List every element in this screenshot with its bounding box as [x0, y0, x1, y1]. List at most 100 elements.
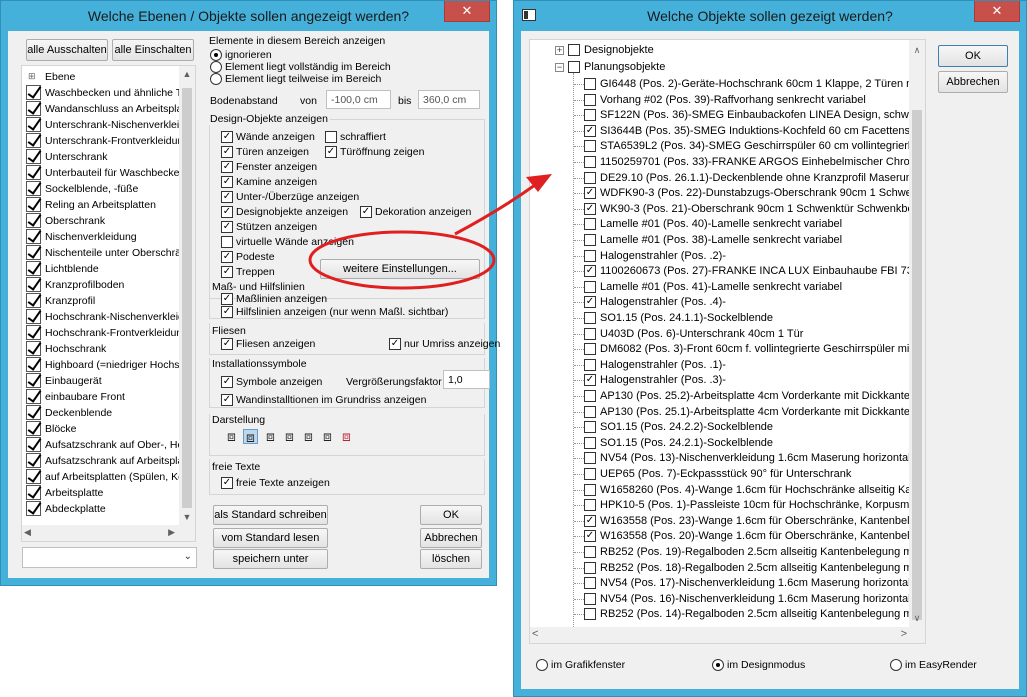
tree-scroll-thumb[interactable] [912, 110, 922, 620]
radio-partial-dot[interactable] [210, 73, 222, 85]
scroll-left-arrow-icon[interactable]: ◀ [24, 527, 31, 538]
save-as-button[interactable]: speichern unter [213, 549, 328, 569]
tree-item-checkbox[interactable] [584, 452, 596, 465]
walls-box[interactable]: ✓ [221, 131, 233, 143]
tree-item-checkbox[interactable] [584, 171, 596, 184]
ok-button-left[interactable]: OK [420, 505, 482, 525]
layer-checkbox[interactable] [26, 309, 41, 324]
tree-item-checkbox[interactable] [584, 312, 596, 324]
chimneys-box[interactable]: ✓ [221, 176, 233, 188]
tree-item-checkbox[interactable] [584, 608, 596, 621]
color-cube-icon[interactable]: ⧈ [339, 429, 354, 444]
cancel-button-right[interactable]: Abbrechen [938, 71, 1008, 93]
layer-checkbox[interactable] [26, 261, 41, 276]
free-text-box[interactable]: ✓ [221, 477, 233, 489]
tree-item-checkbox[interactable] [584, 218, 596, 231]
help-lines-box[interactable]: ✓ [221, 306, 233, 318]
layer-checkbox[interactable] [26, 325, 41, 340]
supports-box[interactable]: ✓ [221, 221, 233, 233]
decoration-box[interactable]: ✓ [360, 206, 372, 218]
tree-item-checkbox[interactable]: ✓ [584, 202, 596, 215]
symbols-box[interactable]: ✓ [221, 376, 233, 388]
layer-checkbox[interactable] [26, 197, 41, 212]
factor-input[interactable]: 1,0 [443, 370, 490, 389]
tree-item-checkbox[interactable] [584, 78, 596, 90]
tree-item-checkbox[interactable] [584, 234, 596, 246]
layer-list-hscroll[interactable]: ◀ ▶ [22, 525, 179, 541]
wireframe-cube-icon[interactable]: ⧈ [224, 429, 239, 444]
object-tree[interactable]: + Designobjekte − Planungsobjekte GI6448… [529, 39, 926, 644]
tree-item-checkbox[interactable] [584, 390, 596, 402]
layer-checkbox[interactable] [26, 389, 41, 404]
tree-item-checkbox[interactable] [584, 109, 596, 122]
expand-plus-icon[interactable]: + [555, 46, 564, 55]
tree-item-checkbox[interactable] [584, 156, 596, 168]
tree-item-checkbox[interactable] [584, 499, 596, 512]
tree-item-checkbox[interactable]: ✓ [584, 514, 596, 527]
tree-item-checkbox[interactable]: ✓ [584, 296, 596, 309]
layer-checkbox[interactable] [26, 133, 41, 148]
layer-checkbox[interactable] [26, 501, 41, 516]
scroll-up-arrow-icon[interactable]: ▲ [179, 66, 195, 82]
left-titlebar[interactable]: Welche Ebenen / Objekte sollen angezeigt… [1, 1, 496, 31]
tree-item-checkbox[interactable] [584, 546, 596, 558]
layer-checkbox[interactable] [26, 357, 41, 372]
design-objects-box[interactable]: ✓ [221, 206, 233, 218]
textured-cube-icon[interactable]: ⧈ [282, 429, 297, 444]
scroll-right-arrow-icon[interactable]: ▶ [168, 527, 175, 538]
layer-checkbox[interactable] [26, 421, 41, 436]
beams-box[interactable]: ✓ [221, 191, 233, 203]
scroll-thumb[interactable] [182, 88, 192, 508]
right-close-button[interactable]: ✕ [974, 1, 1020, 22]
virtual-walls-box[interactable] [221, 236, 233, 248]
tree-scroll-down-icon[interactable]: ∨ [909, 610, 925, 626]
layer-checkbox[interactable] [26, 453, 41, 468]
tree-item-checkbox[interactable] [584, 280, 596, 293]
left-close-button[interactable]: ✕ [444, 1, 490, 22]
layer-list-scrollbar[interactable]: ▲ ▼ [179, 66, 195, 541]
layer-checkbox[interactable] [26, 277, 41, 292]
radio-ignore-dot[interactable] [210, 49, 222, 61]
tree-item-checkbox[interactable]: ✓ [584, 187, 596, 200]
tiles-box[interactable]: ✓ [221, 338, 233, 350]
tree-item-checkbox[interactable] [584, 327, 596, 340]
layer-checkbox[interactable] [26, 117, 41, 132]
write-standard-button[interactable]: als Standard schreiben [213, 505, 328, 525]
radio-full-dot[interactable] [210, 61, 222, 73]
layer-checkbox[interactable] [26, 181, 41, 196]
radio-easyrender-dot[interactable] [890, 659, 902, 671]
layer-checkbox[interactable] [26, 405, 41, 420]
outline-box[interactable]: ✓ [389, 338, 401, 350]
layer-checkbox[interactable] [26, 149, 41, 164]
doors-box[interactable]: ✓ [221, 146, 233, 158]
dim-lines-box[interactable]: ✓ [221, 293, 233, 305]
layer-list[interactable]: ⊞ Ebene Waschbecken und ähnliche Teile Wa… [21, 65, 196, 542]
tree-scroll-up-icon[interactable]: ∧ [909, 42, 925, 58]
tree-scroll-right-icon[interactable]: > [901, 628, 907, 640]
layer-checkbox[interactable] [26, 293, 41, 308]
layer-checkbox[interactable] [26, 437, 41, 452]
layer-checkbox[interactable] [26, 485, 41, 500]
door-opening-box[interactable]: ✓ [325, 146, 337, 158]
ok-button-right[interactable]: OK [938, 45, 1008, 67]
scroll-down-arrow-icon[interactable]: ▼ [179, 509, 195, 525]
layer-checkbox[interactable] [26, 245, 41, 260]
profile-combobox[interactable]: ⌄ [22, 547, 197, 568]
all-on-button[interactable]: alle Einschalten [112, 39, 194, 61]
tree-item-checkbox[interactable]: ✓ [584, 374, 596, 387]
tree-item-checkbox[interactable] [584, 592, 596, 605]
right-titlebar[interactable]: Welche Objekte sollen gezeigt werden? ✕ [514, 1, 1026, 31]
radio-graphic-window-dot[interactable] [536, 659, 548, 671]
read-standard-button[interactable]: vom Standard lesen [213, 528, 328, 548]
tree-item-checkbox[interactable]: ✓ [584, 530, 596, 543]
tree-item-checkbox[interactable] [584, 468, 596, 480]
layer-checkbox[interactable] [26, 213, 41, 228]
tree-item-checkbox[interactable] [584, 358, 596, 371]
tree-item-checkbox[interactable] [584, 561, 596, 574]
layer-checkbox[interactable] [26, 101, 41, 116]
tree-hscroll[interactable]: < > [530, 627, 910, 643]
collapse-minus-icon[interactable]: − [555, 63, 564, 72]
tree-item-checkbox[interactable] [584, 483, 596, 496]
tree-node-planning-objects-box[interactable] [568, 61, 580, 73]
tree-item-checkbox[interactable] [584, 421, 596, 434]
